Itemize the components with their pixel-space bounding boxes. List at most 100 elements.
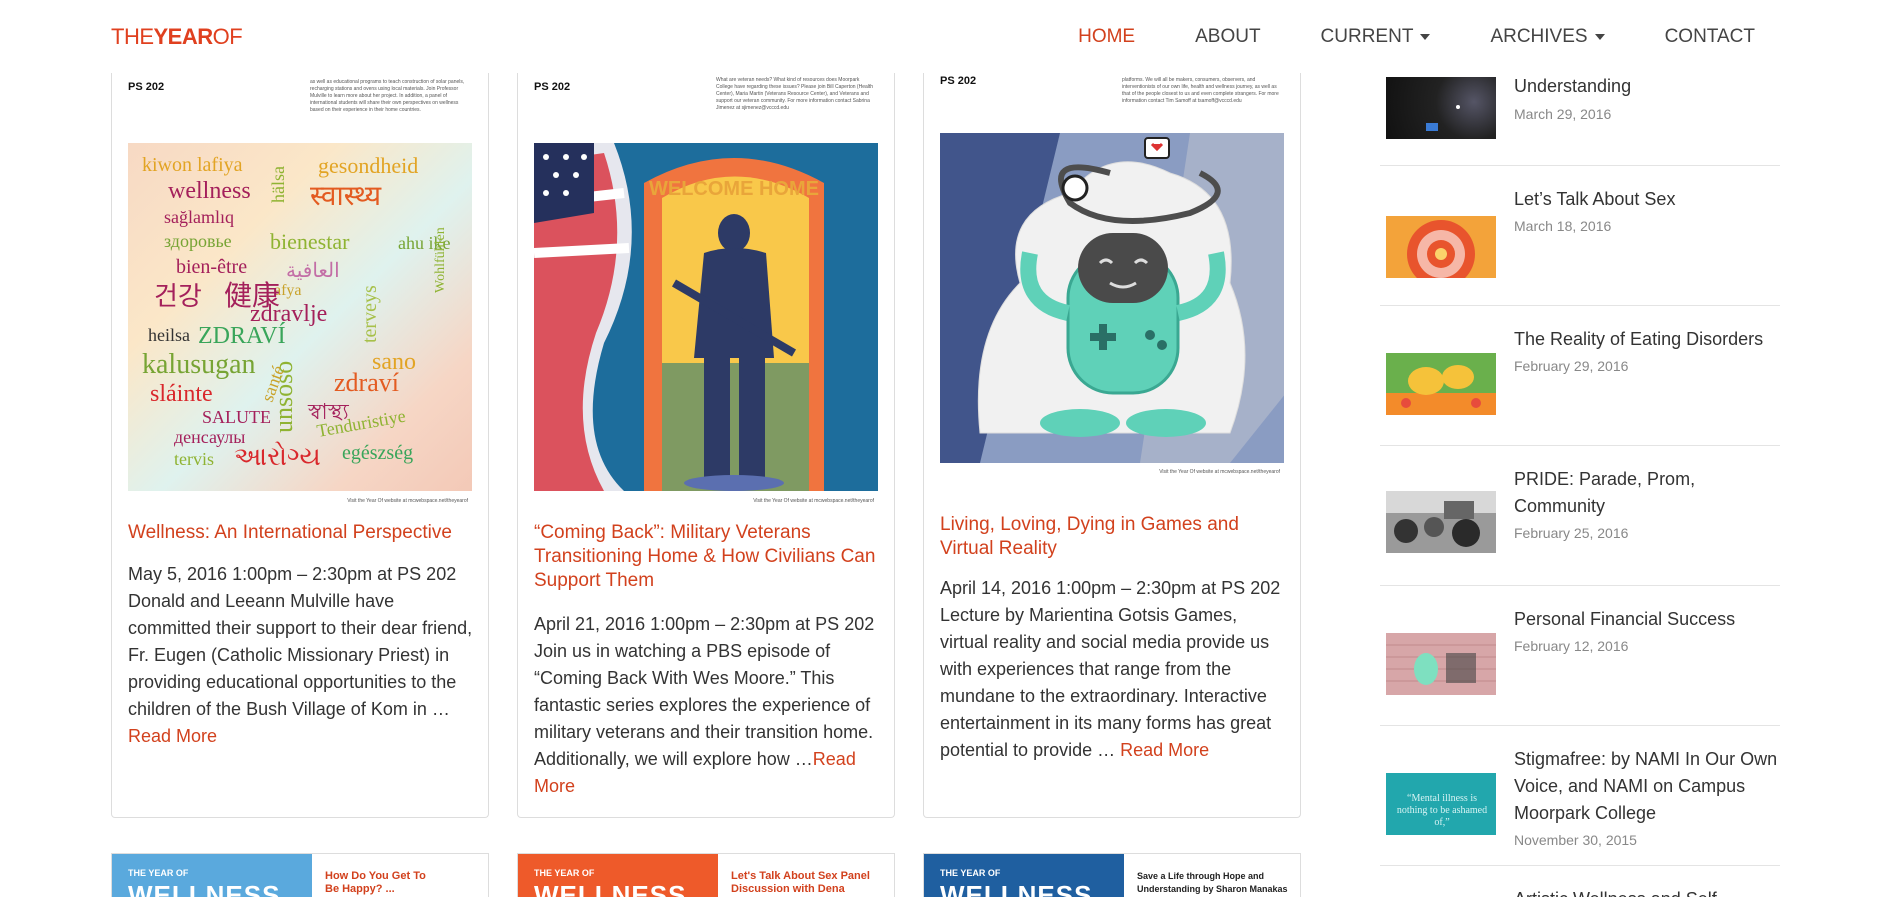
poster-band: THE YEAR OF WELLNESS <box>924 854 1124 897</box>
logo-of: OF <box>212 24 243 49</box>
caret-down-icon <box>1420 34 1431 40</box>
post-thumbnail[interactable]: “Mental illness is nothing to be ashamed… <box>1386 773 1496 835</box>
read-more-link[interactable]: Read More <box>1120 740 1209 760</box>
nav-current-label: CURRENT <box>1320 26 1414 47</box>
poster-band: THE YEAR OF WELLNESS <box>518 854 718 897</box>
sidebar-post-item[interactable]: Artistic Wellness and Self <box>1380 866 1780 897</box>
post-title-link[interactable]: Living, Loving, Dying in Games and Virtu… <box>940 513 1286 561</box>
sidebar-post-date: March 18, 2016 <box>1514 218 1612 234</box>
post-poster-image[interactable]: PS 202 platforms. We will all be makers,… <box>934 73 1290 505</box>
post-card: PS 202 platforms. We will all be makers,… <box>923 73 1301 818</box>
sidebar-post-title[interactable]: Personal Financial Success <box>1514 606 1784 633</box>
sidebar-post-title[interactable]: Let’s Talk About Sex <box>1514 186 1784 213</box>
word-cloud-word: egészség <box>342 442 413 464</box>
nav-archives[interactable]: ARCHIVES <box>1490 26 1605 48</box>
word-cloud-word: sağlamlıq <box>164 207 234 227</box>
game-character-svg <box>940 133 1284 463</box>
poster-footer: Visit the Year Of website at mcwebspace.… <box>1159 469 1280 475</box>
post-excerpt-text: April 14, 2016 1:00pm – 2:30pm at PS 202… <box>940 578 1281 760</box>
word-cloud-word: sláinte <box>150 381 213 407</box>
post-card-partial[interactable]: THE YEAR OF WELLNESS Let's Talk About Se… <box>517 853 895 897</box>
poster-band-large: WELLNESS <box>940 880 1093 897</box>
post-title-link[interactable]: “Coming Back”: Military Veterans Transit… <box>534 521 880 593</box>
post-card: PS 202 as well as educational programs t… <box>111 73 489 818</box>
sidebar-post-date: February 29, 2016 <box>1514 358 1629 374</box>
sidebar-post-item[interactable]: Understanding March 29, 2016 <box>1380 73 1780 166</box>
sidebar-post-date: February 12, 2016 <box>1514 638 1629 654</box>
word-cloud-word: здоровье <box>164 231 232 251</box>
poster-band-small: THE YEAR OF <box>940 868 1001 878</box>
read-more-link[interactable]: Read More <box>128 726 217 746</box>
logo-the: THE <box>111 24 154 49</box>
word-cloud-word: bien-être <box>176 256 247 278</box>
caret-down-icon <box>1594 34 1605 40</box>
poster-footer: Visit the Year Of website at mcwebspace.… <box>753 498 874 504</box>
poster-headline: Let's Talk About Sex Panel Discussion wi… <box>731 870 870 897</box>
post-card-partial[interactable]: THE YEAR OF WELLNESS Save a Life through… <box>923 853 1301 897</box>
post-poster-image[interactable]: PS 202 What are veteran needs? What kind… <box>528 73 884 515</box>
post-thumbnail[interactable] <box>1386 216 1496 278</box>
sidebar-post-item[interactable]: PRIDE: Parade, Prom, Community February … <box>1380 446 1780 586</box>
wellness-word-cloud: kiwon lafiya gesondheid wellness स्वास्थ्य s… <box>128 143 472 491</box>
welcome-home-banner: WELCOME HOME <box>649 178 819 200</box>
sidebar-post-title[interactable]: Stigmafree: by NAMI In Our Own Voice, an… <box>1514 746 1784 827</box>
post-thumbnail[interactable] <box>1386 353 1496 415</box>
poster-fine-print: as well as educational programs to teach… <box>310 79 465 113</box>
word-cloud-word: kalusugan <box>142 349 256 380</box>
poster-band-small: THE YEAR OF <box>534 868 595 878</box>
post-excerpt: May 5, 2016 1:00pm – 2:30pm at PS 202 Do… <box>128 561 474 750</box>
word-cloud-word: terveys <box>359 285 381 343</box>
top-navbar: THEYEAROF HOME ABOUT CURRENT ARCHIVES CO… <box>0 0 1885 73</box>
poster-band-large: WELLNESS <box>128 880 281 897</box>
word-cloud-word: gesondheid <box>318 153 418 178</box>
word-cloud-svg: kiwon lafiya gesondheid wellness स्वास्थ्य s… <box>142 153 450 471</box>
post-thumbnail[interactable] <box>1386 77 1496 139</box>
poster-headline: How Do You Get To Be Happy? ... <box>325 870 426 895</box>
sidebar-post-date: February 25, 2016 <box>1514 525 1629 541</box>
word-cloud-word: bienestar <box>270 229 350 254</box>
nav-contact[interactable]: CONTACT <box>1665 26 1755 48</box>
poster-room: PS 202 <box>534 81 571 93</box>
game-character-illustration <box>940 133 1284 463</box>
word-cloud-word: स्वास्थ्य <box>310 181 382 212</box>
thumb-svg <box>1426 105 1460 131</box>
sidebar-post-title[interactable]: The Reality of Eating Disorders <box>1514 326 1784 353</box>
post-card: PS 202 What are veteran needs? What kind… <box>517 73 895 818</box>
sidebar-post-title[interactable]: Artistic Wellness and Self <box>1514 886 1784 897</box>
veteran-svg: WELCOME HOME <box>534 143 878 491</box>
nav-current[interactable]: CURRENT <box>1321 26 1431 48</box>
sidebar-post-item[interactable]: “Mental illness is nothing to be ashamed… <box>1380 726 1780 866</box>
nav-home-label: HOME <box>1078 26 1136 47</box>
word-cloud-word: kiwon lafiya <box>142 154 243 176</box>
veteran-illustration: WELCOME HOME <box>534 143 878 491</box>
post-excerpt-text: April 21, 2016 1:00pm – 2:30pm at PS 202… <box>534 614 875 769</box>
poster-band-large: WELLNESS <box>534 880 687 897</box>
post-excerpt: April 14, 2016 1:00pm – 2:30pm at PS 202… <box>940 575 1286 764</box>
post-poster-image[interactable]: PS 202 as well as educational programs t… <box>122 73 478 515</box>
sidebar-post-title[interactable]: PRIDE: Parade, Prom, Community <box>1514 466 1784 520</box>
thumb-svg <box>1386 353 1496 415</box>
poster-headline: Save a Life through Hope and Understandi… <box>1137 871 1288 894</box>
sidebar-post-title[interactable]: Understanding <box>1514 73 1784 100</box>
sidebar-post-item[interactable]: The Reality of Eating Disorders February… <box>1380 306 1780 446</box>
word-cloud-word: wellness <box>168 178 251 204</box>
post-excerpt: April 21, 2016 1:00pm – 2:30pm at PS 202… <box>534 611 880 800</box>
nav-home[interactable]: HOME <box>1078 26 1135 48</box>
sidebar-post-item[interactable]: Let’s Talk About Sex March 18, 2016 <box>1380 166 1780 306</box>
sidebar-post-item[interactable]: Personal Financial Success February 12, … <box>1380 586 1780 726</box>
post-title-link[interactable]: Wellness: An International Perspective <box>128 521 474 545</box>
word-cloud-word: 건강 <box>154 282 202 311</box>
nav-archives-label: ARCHIVES <box>1490 26 1588 47</box>
logo-year: YEAR <box>153 24 214 49</box>
post-thumbnail[interactable] <box>1386 633 1496 695</box>
site-logo[interactable]: THEYEAROF <box>111 24 243 50</box>
thumb-svg <box>1386 491 1496 553</box>
word-cloud-word: ZDRAVÍ <box>198 323 286 349</box>
post-thumbnail[interactable] <box>1386 491 1496 553</box>
poster-footer: Visit the Year Of website at mcwebspace.… <box>347 498 468 504</box>
word-cloud-word: العافية <box>286 260 340 282</box>
nav-about-label: ABOUT <box>1195 26 1261 47</box>
nav-about[interactable]: ABOUT <box>1195 26 1260 48</box>
post-card-partial[interactable]: THE YEAR OF WELLNESS How Do You Get To B… <box>111 853 489 897</box>
word-cloud-word: SALUTE <box>202 407 271 427</box>
